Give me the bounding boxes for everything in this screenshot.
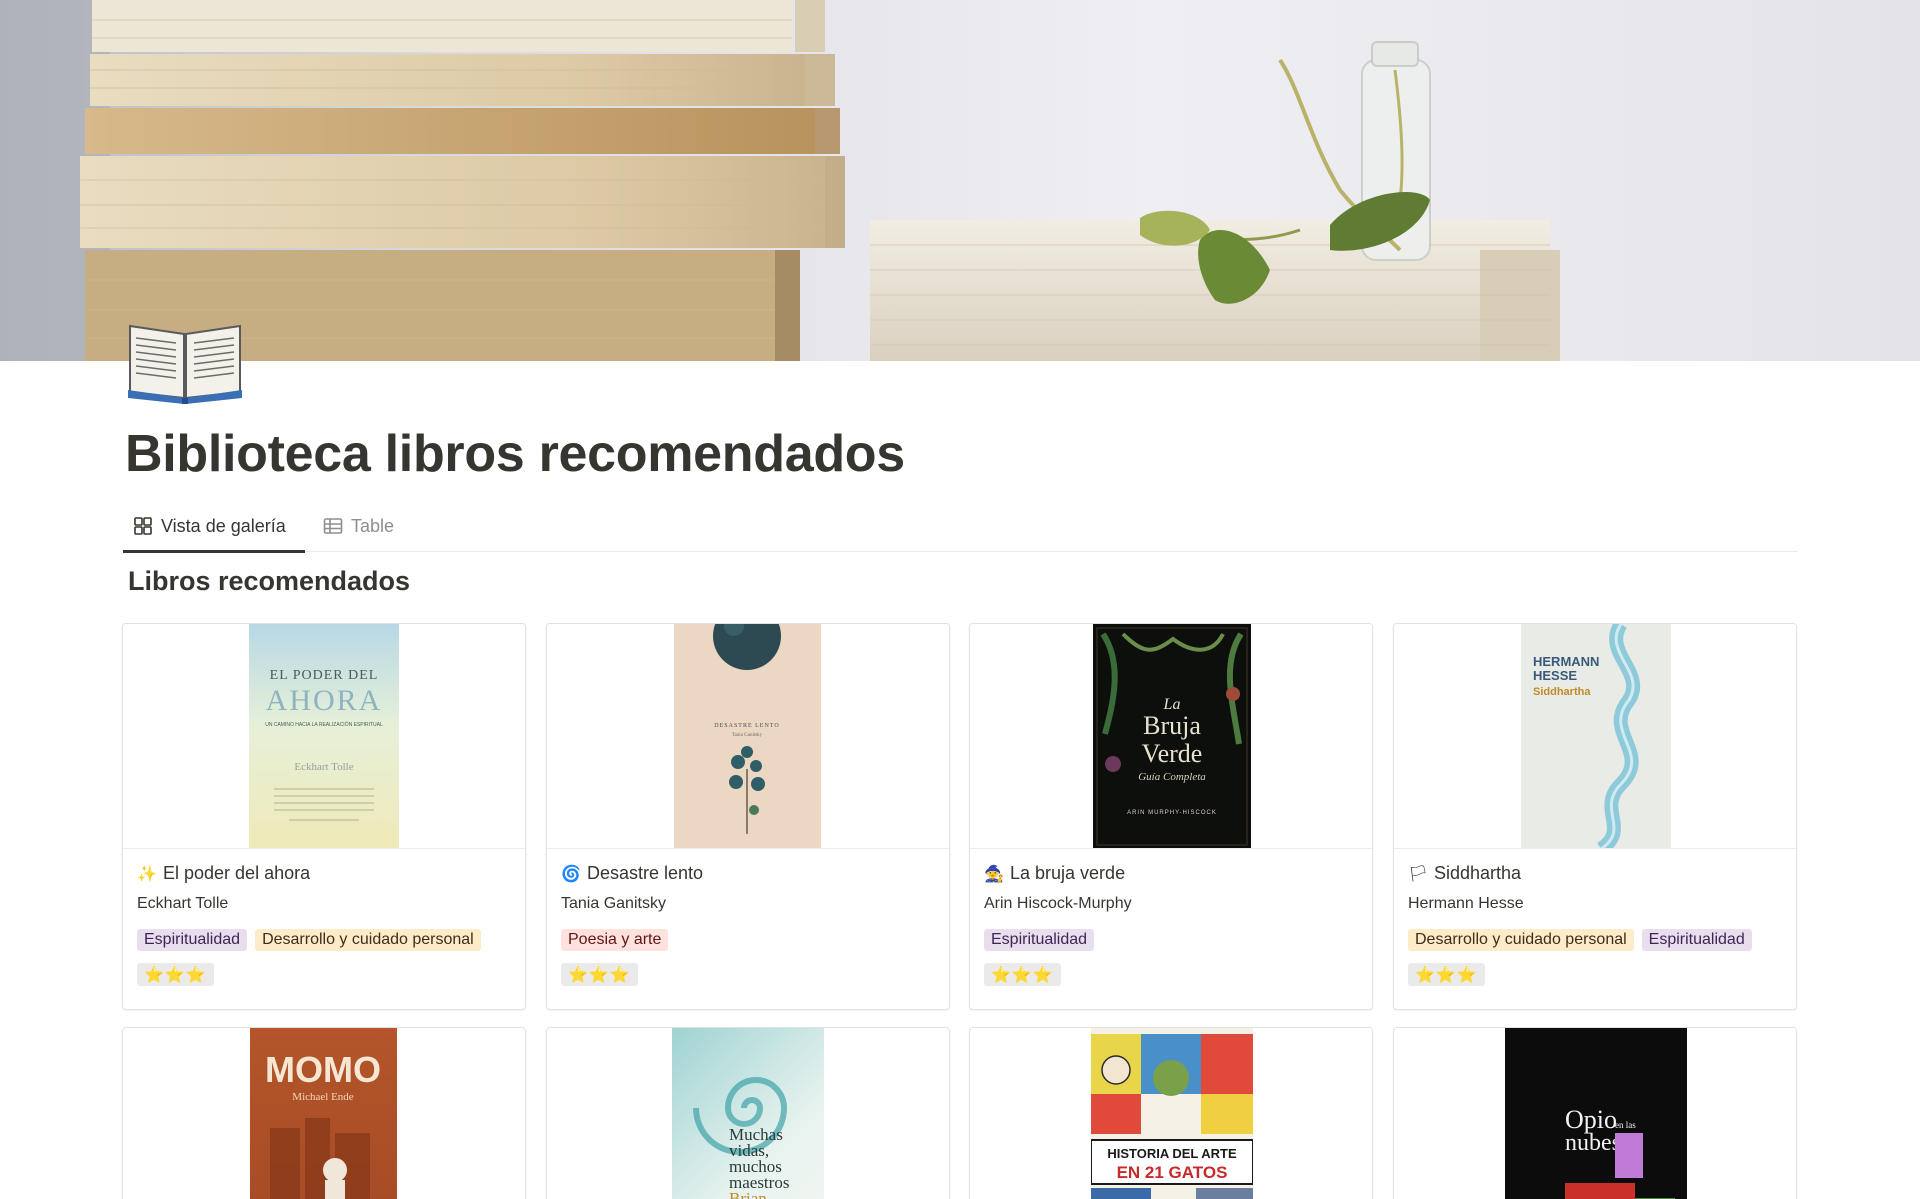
card-title: 🏳 Siddhartha (1408, 861, 1782, 885)
book-cover-image: Opio en las nubes (1505, 1028, 1687, 1199)
book-title: El poder del ahora (163, 862, 311, 883)
cover-image[interactable] (0, 0, 1920, 361)
gallery-card-opio-en-las-nubes[interactable]: Opio en las nubes (1393, 1027, 1797, 1199)
book-cover-line: MOMO (265, 1049, 381, 1090)
gallery-card-la-bruja-verde[interactable]: La Bruja Verde Guía Completa ARIN MURPHY… (969, 623, 1373, 1010)
open-book-icon[interactable] (126, 312, 244, 404)
book-cover-image: DESASTRE LENTO Tania Ganitsky (674, 624, 821, 848)
book-tags: Espiritualidad Desarrollo y cuidado pers… (137, 929, 511, 951)
card-cover: Muchas vidas, muchos maestros Brian (547, 1028, 949, 1199)
card-body: ✨ El poder del ahora Eckhart Tolle Espir… (123, 849, 525, 986)
tab-gallery-view[interactable]: Vista de galería (123, 508, 305, 553)
book-cover-line: Eckhart Tolle (294, 761, 353, 773)
book-cover-line: EN 21 GATOS (1117, 1163, 1228, 1182)
book-title: Siddhartha (1434, 862, 1522, 883)
book-cover-image: La Bruja Verde Guía Completa ARIN MURPHY… (1093, 624, 1251, 848)
card-cover: MOMO Michael Ende (123, 1028, 525, 1199)
table-icon (323, 516, 343, 536)
book-cover-image: HISTORIA DEL ARTE EN 21 GATOS (1091, 1028, 1253, 1199)
cyclone-icon: 🌀 (561, 863, 581, 883)
gallery-grid-icon (133, 516, 153, 536)
book-cover-line: Brian (729, 1189, 767, 1199)
book-cover-line: UN CAMINO HACIA LA REALIZACIÓN ESPIRITUA… (265, 721, 383, 728)
tag-badge: Espiritualidad (1641, 929, 1752, 951)
book-cover-line: Guía Completa (1138, 771, 1206, 783)
book-cover-image: Muchas vidas, muchos maestros Brian (672, 1028, 824, 1199)
card-cover: HERMANN HESSE Siddhartha (1394, 624, 1796, 849)
book-cover-image: HERMANN HESSE Siddhartha (1521, 624, 1671, 848)
book-cover-line: EL PODER DEL (270, 668, 379, 683)
gallery-card-siddhartha[interactable]: HERMANN HESSE Siddhartha 🏳 Siddhartha He… (1393, 623, 1797, 1010)
gallery-card-historia-del-arte-en-21-gatos[interactable]: HISTORIA DEL ARTE EN 21 GATOS (969, 1027, 1373, 1199)
rating-badge: ⭐⭐⭐ (137, 963, 214, 986)
sparkles-icon: ✨ (137, 863, 157, 883)
gallery-card-el-poder-del-ahora[interactable]: EL PODER DEL AHORA UN CAMINO HACIA LA RE… (122, 623, 526, 1010)
card-cover: La Bruja Verde Guía Completa ARIN MURPHY… (970, 624, 1372, 849)
book-cover-line: HESSE (1533, 668, 1577, 683)
notion-page: Biblioteca libros recomendados Vista de … (0, 0, 1920, 1199)
tag-badge: Espiritualidad (984, 929, 1095, 951)
tab-table-view[interactable]: Table (313, 508, 404, 552)
book-cover-image: MOMO Michael Ende (250, 1028, 397, 1199)
card-title: 🧙 La bruja verde (984, 861, 1358, 885)
section-title[interactable]: Libros recomendados (128, 566, 410, 597)
book-author: Eckhart Tolle (137, 895, 229, 912)
book-tags: Poesia y arte (561, 929, 935, 951)
book-title: Desastre lento (587, 862, 704, 883)
book-cover-line: Verde (1142, 739, 1203, 768)
white-flag-icon: 🏳 (1408, 863, 1429, 883)
book-cover-line: ARIN MURPHY-HISCOCK (1127, 810, 1217, 816)
card-title: ✨ El poder del ahora (137, 861, 511, 885)
book-cover-line: HERMANN (1533, 654, 1599, 669)
book-author: Arin Hiscock-Murphy (984, 895, 1132, 912)
tag-badge: Espiritualidad (137, 929, 248, 951)
book-tags: Espiritualidad (984, 929, 1358, 951)
book-author: Tania Ganitsky (561, 895, 666, 912)
tag-badge: Desarrollo y cuidado personal (1408, 929, 1634, 951)
book-title: La bruja verde (1010, 862, 1126, 883)
book-author: Hermann Hesse (1408, 895, 1524, 912)
book-cover-line: Tania Ganitsky (732, 733, 763, 738)
card-body: 🧙 La bruja verde Arin Hiscock-Murphy Esp… (970, 849, 1372, 986)
book-cover-line: Bruja (1143, 711, 1201, 740)
book-cover-image: EL PODER DEL AHORA UN CAMINO HACIA LA RE… (249, 624, 399, 848)
page-title[interactable]: Biblioteca libros recomendados (125, 424, 905, 484)
rating-badge: ⭐⭐⭐ (1408, 963, 1485, 986)
witch-icon: 🧙 (984, 863, 1004, 883)
tab-table-label: Table (351, 515, 395, 536)
book-cover-line: Siddhartha (1533, 686, 1591, 698)
gallery-card-desastre-lento[interactable]: DESASTRE LENTO Tania Ganitsky 🌀 Desastre… (546, 623, 950, 1010)
cover-photo-books-plant (0, 0, 1560, 361)
card-cover: EL PODER DEL AHORA UN CAMINO HACIA LA RE… (123, 624, 525, 849)
gallery-card-momo[interactable]: MOMO Michael Ende (122, 1027, 526, 1199)
card-body: 🏳 Siddhartha Hermann Hesse Desarrollo y … (1394, 849, 1796, 986)
card-body: 🌀 Desastre lento Tania Ganitsky Poesia y… (547, 849, 949, 986)
book-cover-line: AHORA (266, 684, 383, 717)
card-cover: DESASTRE LENTO Tania Ganitsky (547, 624, 949, 849)
gallery-card-muchas-vidas-muchos-maestros[interactable]: Muchas vidas, muchos maestros Brian (546, 1027, 950, 1199)
tag-badge: Poesia y arte (561, 929, 669, 951)
card-cover: HISTORIA DEL ARTE EN 21 GATOS (970, 1028, 1372, 1199)
tag-badge: Desarrollo y cuidado personal (255, 929, 481, 951)
book-cover-line: Michael Ende (292, 1091, 354, 1103)
book-cover-line: DESASTRE LENTO (714, 723, 779, 729)
book-cover-line: HISTORIA DEL ARTE (1107, 1146, 1237, 1161)
rating-badge: ⭐⭐⭐ (984, 963, 1061, 986)
book-cover-line: en las (1615, 1120, 1636, 1130)
book-cover-line: nubes (1565, 1130, 1621, 1156)
card-title: 🌀 Desastre lento (561, 861, 935, 885)
tab-gallery-label: Vista de galería (161, 515, 286, 536)
view-tabs: Vista de galería Table (123, 508, 1798, 553)
open-book-icon-graphic (128, 324, 242, 404)
card-cover: Opio en las nubes (1394, 1028, 1796, 1199)
book-tags: Desarrollo y cuidado personal Espiritual… (1408, 929, 1782, 951)
rating-badge: ⭐⭐⭐ (561, 963, 638, 986)
